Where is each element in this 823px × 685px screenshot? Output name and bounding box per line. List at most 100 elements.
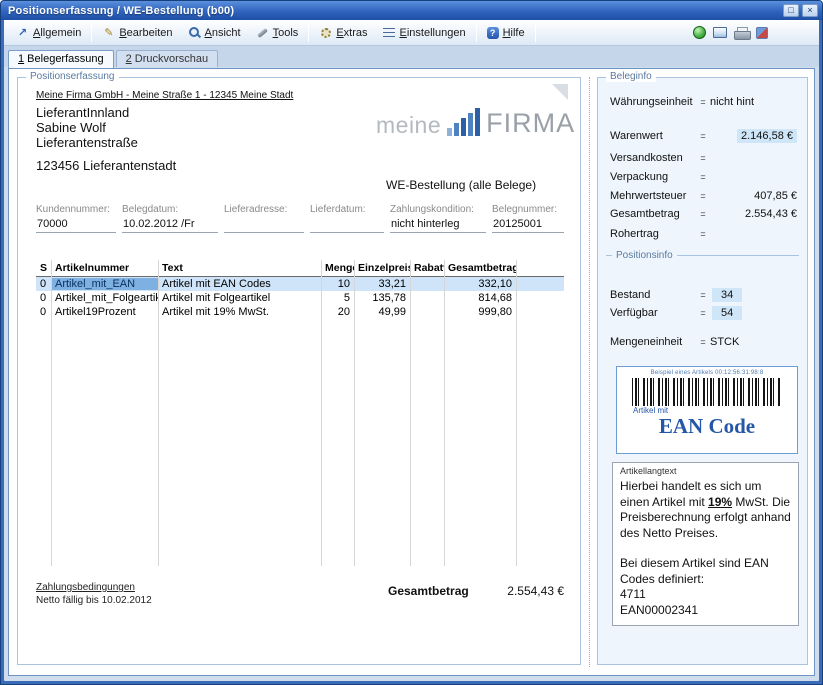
equals-sign: = [696, 209, 710, 219]
exit-icon[interactable] [756, 27, 768, 39]
col-header-menge[interactable]: Menge [321, 262, 354, 274]
zahlungsbedingungen-link[interactable]: Zahlungsbedingungen [36, 582, 564, 593]
table-header-row: S Artikelnummer Text Menge Einzelpreis R… [36, 260, 564, 277]
col-header-s[interactable]: S [36, 262, 51, 274]
help-icon: ? [487, 27, 499, 39]
positionsinfo-legend: Positionsinfo [616, 250, 673, 261]
document-title: WE-Bestellung (alle Belege) [386, 178, 536, 192]
toolbar-right-icons [693, 26, 768, 39]
row-label: Währungseinheit [610, 96, 696, 108]
equals-sign: = [696, 97, 710, 107]
gesamtbetrag-value: 2.554,43 € [507, 584, 564, 598]
address-line: LieferantInnland [36, 105, 138, 120]
barcode-bars [632, 378, 782, 406]
printer-icon[interactable] [734, 27, 749, 39]
menu-ansicht[interactable]: Ansicht [181, 23, 248, 42]
field-label: Belegdatum: [122, 204, 218, 215]
row-mehrwertsteuer: Mehrwertsteuer = 407,85 € [610, 190, 797, 202]
field-value[interactable] [224, 218, 304, 233]
field-belegnummer: Belegnummer: 20125001 [492, 204, 564, 233]
preview-icon[interactable] [713, 27, 727, 38]
row-value: STCK [710, 336, 797, 348]
toolbar-separator [535, 23, 536, 42]
col-header-rabatt[interactable]: Rabatt. [410, 262, 444, 274]
arrow-icon: ↗ [16, 26, 29, 39]
cell-einzelpreis: 33,21 [354, 278, 410, 290]
logo-word-meine: meine [376, 112, 441, 139]
col-header-artikelnummer[interactable]: Artikelnummer [51, 262, 158, 274]
field-lieferdatum: Lieferdatum: [310, 204, 384, 233]
table-row[interactable]: 0 Artikel_mit_EAN Artikel mit EAN Codes … [36, 277, 564, 291]
equals-sign: = [696, 290, 710, 300]
app-window: Positionserfassung / WE-Bestellung (b00)… [0, 0, 823, 685]
langtext-ean-code: 4711 [620, 587, 791, 603]
gear-icon [319, 26, 332, 39]
field-kundennummer: Kundennummer: 70000 [36, 204, 116, 233]
cell-einzelpreis: 135,78 [354, 292, 410, 304]
field-value[interactable]: 20125001 [492, 218, 564, 233]
main-content: Positionserfassung Meine Firma GmbH - Me… [8, 68, 815, 676]
toolbar-separator [476, 23, 477, 42]
row-verpackung: Verpackung = [610, 171, 797, 183]
row-mengeneinheit: Mengeneinheit = STCK [610, 336, 797, 348]
field-label: Belegnummer: [492, 204, 564, 215]
field-belegdatum: Belegdatum: 10.02.2012 /Fr [122, 204, 218, 233]
col-header-gesamtbetrag[interactable]: Gesamtbetrag [444, 262, 516, 274]
pencil-icon: ✎ [102, 26, 115, 39]
col-header-einzelpreis[interactable]: Einzelpreis [354, 262, 410, 274]
menu-allgemein[interactable]: ↗ Allgemein [9, 23, 88, 42]
cell-gesamtbetrag: 332,10 [444, 278, 516, 290]
menu-einstellungen-label: Einstellungen [400, 27, 466, 39]
wrench-icon [256, 26, 269, 39]
toolbar-separator [91, 23, 92, 42]
row-label: Mengeneinheit [610, 336, 696, 348]
field-value[interactable] [310, 218, 384, 233]
tab-druckvorschau-label: 2 Druckvorschau [126, 53, 209, 65]
cell-s: 0 [36, 278, 51, 290]
menu-bearbeiten[interactable]: ✎ Bearbeiten [95, 23, 179, 42]
langtext-paragraph: Bei diesem Artikel sind EAN Codes defini… [620, 556, 791, 587]
barcode-caption: Beispiel eines Artikels 00:12:56:31:98:8 [617, 370, 797, 376]
col-header-text[interactable]: Text [158, 262, 321, 274]
toolbar-separator [308, 23, 309, 42]
toolbar: ↗ Allgemein ✎ Bearbeiten Ansicht Tools E… [4, 20, 819, 46]
titlebar[interactable]: Positionserfassung / WE-Bestellung (b00)… [1, 1, 822, 20]
tab-belegerfassung[interactable]: 1 Belegerfassung [8, 50, 114, 68]
cell-artikelnummer: Artikel_mit_Folgeartikel [51, 292, 158, 304]
row-value: 34 [712, 288, 742, 302]
pane-divider[interactable] [589, 77, 590, 667]
zahlungsbedingungen-text: Netto fällig bis 10.02.2012 [36, 595, 564, 606]
beleginfo-legend: Beleginfo [606, 71, 656, 82]
restore-button[interactable]: □ [783, 4, 799, 17]
table-row[interactable]: 0 Artikel_mit_Folgeartikel Artikel mit F… [36, 291, 564, 305]
field-value[interactable]: nicht hinterleg [390, 218, 486, 233]
address-line: Lieferantenstraße [36, 135, 138, 150]
cell-menge: 10 [321, 278, 354, 290]
logo-bars-icon [447, 108, 480, 139]
tab-druckvorschau[interactable]: 2 Druckvorschau [116, 50, 219, 67]
menu-bearbeiten-label: Bearbeiten [119, 27, 172, 39]
table-row[interactable]: 0 Artikel19Prozent Artikel mit 19% MwSt.… [36, 305, 564, 319]
field-lieferadresse: Lieferadresse: [224, 204, 304, 233]
langtext-ean-code: EAN00002341 [620, 603, 791, 619]
equals-sign: = [696, 131, 710, 141]
equals-sign: = [696, 172, 710, 182]
menu-hilfe-label: Hilfe [503, 27, 525, 39]
field-label: Lieferdatum: [310, 204, 384, 215]
menu-hilfe[interactable]: ? Hilfe [480, 24, 532, 42]
globe-icon[interactable] [693, 26, 706, 39]
equals-sign: = [696, 191, 710, 201]
field-label: Lieferadresse: [224, 204, 304, 215]
menu-tools[interactable]: Tools [249, 23, 306, 42]
equals-sign: = [696, 337, 710, 347]
row-label: Verfügbar [610, 307, 696, 319]
row-label: Rohertrag [610, 228, 696, 240]
positionsinfo-header: Positionsinfo [606, 250, 799, 261]
artikellangtext-box[interactable]: Artikellangtext Hierbei handelt es sich … [612, 462, 799, 626]
magnifier-icon [188, 26, 201, 39]
field-value[interactable]: 70000 [36, 218, 116, 233]
menu-extras[interactable]: Extras [312, 23, 374, 42]
close-button[interactable]: × [802, 4, 818, 17]
menu-einstellungen[interactable]: Einstellungen [376, 23, 473, 42]
field-value[interactable]: 10.02.2012 /Fr [122, 218, 218, 233]
